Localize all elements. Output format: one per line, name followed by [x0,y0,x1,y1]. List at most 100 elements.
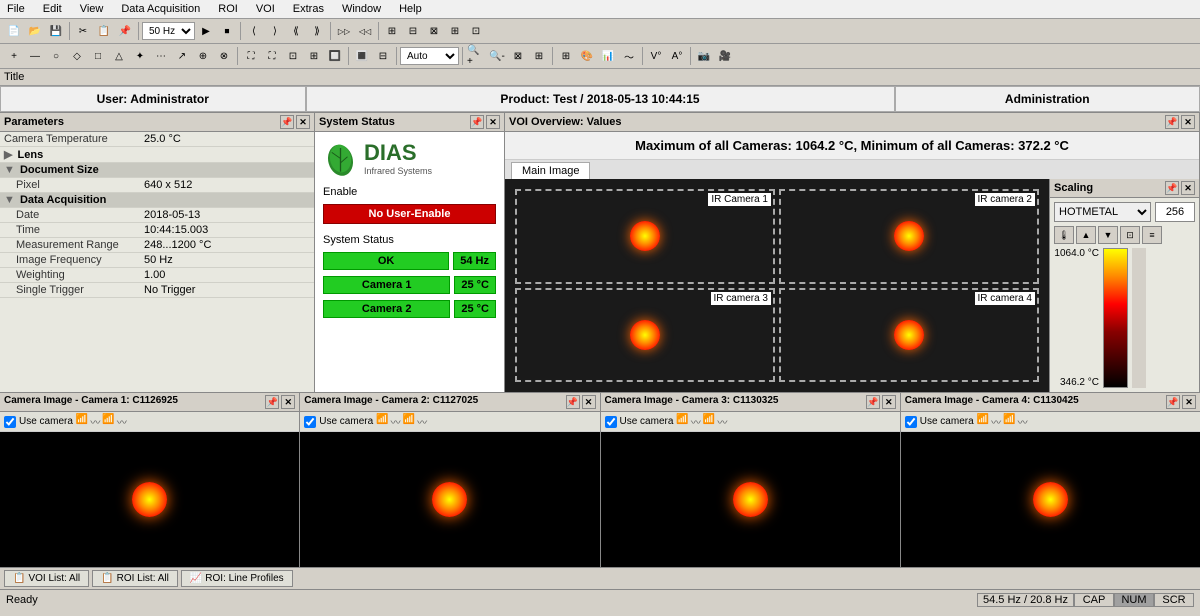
voi-main-area: IR Camera 1 IR camera 2 IR camera 3 [505,179,1199,392]
camera2-label-btn[interactable]: Camera 2 [323,300,450,318]
tb-zoom-out[interactable]: 🔍- [487,46,507,66]
cam-pin-2[interactable]: 📌 [566,395,580,409]
tab-roi-list[interactable]: 📋 ROI List: All [92,570,178,587]
tb-r2-11[interactable]: ⊗ [214,46,234,66]
scaling-close[interactable]: ✕ [1181,181,1195,195]
cam-pin-3[interactable]: 📌 [866,395,880,409]
tb-play[interactable]: ▶ [196,21,216,41]
cam-close-4[interactable]: ✕ [1182,395,1196,409]
color-bar-scroll[interactable] [1132,248,1146,388]
tab-roi-profiles[interactable]: 📈 ROI: Line Profiles [181,570,293,587]
cam-icon-row-2: 📶 〰 📶 〰 [376,414,427,429]
tb-v2[interactable]: A° [667,46,687,66]
cam-close-3[interactable]: ✕ [882,395,896,409]
scale-icon-3[interactable]: ▼ [1098,226,1118,244]
tb-stop[interactable]: ⏹ [217,21,237,41]
tb-v4[interactable]: 🎥 [715,46,735,66]
cam-close-2[interactable]: ✕ [582,395,596,409]
tb-b3[interactable]: ⟪ [286,21,306,41]
tb-zoom-full[interactable]: ⊞ [529,46,549,66]
cam-pin-4[interactable]: 📌 [1166,395,1180,409]
tb-palette[interactable]: 🎨 [577,46,597,66]
voi-close[interactable]: ✕ [1181,115,1195,129]
tb-r2-13[interactable]: ⛶ [262,46,282,66]
tb-r2-9[interactable]: ↗ [172,46,192,66]
tb-d1[interactable]: ⊞ [382,21,402,41]
menu-voi[interactable]: VOI [253,2,278,16]
menu-help[interactable]: Help [396,2,425,16]
tb-grid[interactable]: ⊞ [556,46,576,66]
use-camera-check-2[interactable] [304,416,316,428]
menu-edit[interactable]: Edit [40,2,65,16]
palette-select[interactable]: HOTMETAL GRAYSCALE RAINBOW [1054,202,1151,222]
menu-file[interactable]: File [4,2,28,16]
scale-icon-4[interactable]: ⊡ [1120,226,1140,244]
tb-r2-14[interactable]: ⊡ [283,46,303,66]
tb-paste[interactable]: 📌 [115,21,135,41]
freq-select[interactable]: 50 Hz 25 Hz [142,22,195,40]
menu-data-acquisition[interactable]: Data Acquisition [118,2,203,16]
voi-pin[interactable]: 📌 [1165,115,1179,129]
cam-close-1[interactable]: ✕ [281,395,295,409]
menu-view[interactable]: View [77,2,107,16]
tb-r2-6[interactable]: △ [109,46,129,66]
tb-d4[interactable]: ⊞ [445,21,465,41]
mode-select[interactable]: Auto Manual [400,47,459,65]
tb-wave[interactable]: 〜 [619,46,639,66]
camera1-label-btn[interactable]: Camera 1 [323,276,450,294]
params-close[interactable]: ✕ [296,115,310,129]
tb-r2-16[interactable]: 🔲 [325,46,345,66]
params-pin[interactable]: 📌 [280,115,294,129]
menu-window[interactable]: Window [339,2,384,16]
tb-cut[interactable]: ✂ [73,21,93,41]
scale-icon-1[interactable]: 🌡 [1054,226,1074,244]
system-close[interactable]: ✕ [486,115,500,129]
tb-r2-2[interactable]: — [25,46,45,66]
use-camera-check-4[interactable] [905,416,917,428]
tab-voi-list-label: VOI List: All [28,573,80,584]
cam-pin-1[interactable]: 📌 [265,395,279,409]
no-user-enable-btn[interactable]: No User-Enable [323,204,496,224]
tab-voi-list[interactable]: 📋 VOI List: All [4,570,89,587]
tb-d2[interactable]: ⊟ [403,21,423,41]
system-pin[interactable]: 📌 [470,115,484,129]
tb-r2-3[interactable]: ○ [46,46,66,66]
tb-r2-1[interactable]: + [4,46,24,66]
tb-r2-18[interactable]: ⊟ [373,46,393,66]
tb-v1[interactable]: V° [646,46,666,66]
tb-b4[interactable]: ⟫ [307,21,327,41]
tb-chart[interactable]: 📊 [598,46,618,66]
scaling-value[interactable] [1155,202,1195,222]
tab-main-image[interactable]: Main Image [511,162,590,179]
use-camera-check-3[interactable] [605,416,617,428]
tb-b1[interactable]: ⟨ [244,21,264,41]
tb-zoom-fit[interactable]: ⊠ [508,46,528,66]
tb-r2-15[interactable]: ⊞ [304,46,324,66]
scaling-pin[interactable]: 📌 [1165,181,1179,195]
menu-extras[interactable]: Extras [290,2,327,16]
tb-r2-10[interactable]: ⊕ [193,46,213,66]
tb-copy[interactable]: 📋 [94,21,114,41]
tb-r2-17[interactable]: 🔳 [352,46,372,66]
scale-icon-5[interactable]: ≡ [1142,226,1162,244]
scale-icon-2[interactable]: ▲ [1076,226,1096,244]
tb-open[interactable]: 📂 [25,21,45,41]
tb-r2-12[interactable]: ⛶ [241,46,261,66]
tb-c1[interactable]: ▷▷ [334,21,354,41]
tb-r2-4[interactable]: ◇ [67,46,87,66]
tb-c2[interactable]: ◁◁ [355,21,375,41]
status-ok-btn[interactable]: OK [323,252,449,270]
tb-r2-7[interactable]: ✦ [130,46,150,66]
tb-b2[interactable]: ⟩ [265,21,285,41]
tb-r2-5[interactable]: □ [88,46,108,66]
tb-new[interactable]: 📄 [4,21,24,41]
tb-v3[interactable]: 📷 [694,46,714,66]
tb-d3[interactable]: ⊠ [424,21,444,41]
use-camera-check-1[interactable] [4,416,16,428]
tb-d5[interactable]: ⊡ [466,21,486,41]
enable-label: Enable [323,186,496,198]
menu-roi[interactable]: ROI [215,2,241,16]
tb-zoom-in[interactable]: 🔍+ [466,46,486,66]
tb-save[interactable]: 💾 [46,21,66,41]
tb-r2-8[interactable]: ⋯ [151,46,171,66]
